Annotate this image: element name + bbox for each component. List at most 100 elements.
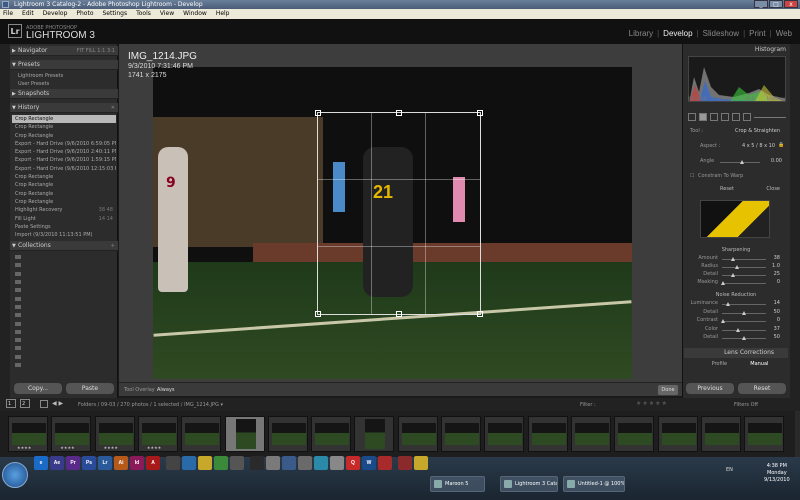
red-eye-icon[interactable] <box>721 113 729 121</box>
filmstrip-thumbnail[interactable] <box>224 416 265 452</box>
slider-knob[interactable] <box>736 327 741 332</box>
history-item[interactable]: Crop Rectangle <box>12 115 116 124</box>
collection-item[interactable] <box>12 328 116 336</box>
indesign-icon[interactable]: Id <box>130 456 144 470</box>
photoshop-icon[interactable]: Ps <box>82 456 96 470</box>
left-panel-edge[interactable] <box>0 44 10 398</box>
collection-item[interactable] <box>12 278 116 286</box>
slider-value[interactable]: 0 <box>768 279 780 285</box>
aspect-select[interactable]: 4 x 5 / 8 x 10 <box>730 143 775 149</box>
rating-filter-stars[interactable]: ★★★★★ <box>636 400 668 407</box>
collection-item[interactable] <box>12 261 116 269</box>
history-item[interactable]: Export - Hard Drive (9/6/2010 6:59:05 PM… <box>12 140 116 148</box>
task-lightroom[interactable]: Lightroom 3 Catalog... <box>500 476 558 492</box>
close-button[interactable]: x <box>784 0 798 8</box>
spot-removal-icon[interactable] <box>710 113 718 121</box>
acrobat-icon[interactable]: A <box>146 456 160 470</box>
menu-edit[interactable]: Edit <box>22 9 34 19</box>
history-item[interactable]: Crop Rectangle <box>12 190 116 198</box>
source-breadcrumb[interactable]: Folders / 09-03 / 270 photos / 1 selecte… <box>78 402 223 408</box>
menu-file[interactable]: File <box>3 9 13 19</box>
media-icon[interactable] <box>250 456 264 470</box>
slider-track[interactable] <box>722 329 766 331</box>
collection-item[interactable] <box>12 336 116 344</box>
app-icon-8[interactable] <box>330 456 344 470</box>
right-panel-edge[interactable] <box>790 44 800 398</box>
slider-value[interactable]: 50 <box>768 309 780 315</box>
module-print[interactable]: Print <box>749 29 765 38</box>
graduated-filter-icon[interactable] <box>732 113 740 121</box>
lens-tab-manual[interactable]: Manual <box>750 361 768 367</box>
adjustment-brush-icon[interactable] <box>743 113 751 121</box>
slider-value[interactable]: 14 <box>768 300 780 306</box>
history-item[interactable]: Crop Rectangle <box>12 198 116 206</box>
filmstrip-thumbnail[interactable] <box>744 416 785 452</box>
history-item[interactable]: Crop Rectangle <box>12 123 116 131</box>
collections-header[interactable]: ▼ Collections + <box>10 241 118 251</box>
filmstrip-thumbnail[interactable] <box>354 416 395 452</box>
lightroom-icon[interactable]: Lr <box>98 456 112 470</box>
add-collection-icon[interactable]: + <box>111 241 115 251</box>
collection-item[interactable] <box>12 270 116 278</box>
collection-item[interactable] <box>12 311 116 319</box>
history-header[interactable]: ▼ History ✕ <box>10 103 118 113</box>
preset-folder-user[interactable]: User Presets <box>12 80 116 88</box>
reset-button[interactable]: Reset <box>738 383 786 394</box>
menu-settings[interactable]: Settings <box>103 9 128 19</box>
collection-item[interactable] <box>12 319 116 327</box>
slider-knob[interactable] <box>726 302 731 306</box>
app-icon-3[interactable] <box>230 456 244 470</box>
crop-reset-button[interactable]: Reset <box>720 186 734 192</box>
app-icon-2[interactable] <box>182 456 196 470</box>
crop-handle-tr[interactable] <box>477 110 483 116</box>
filmstrip-thumbnail[interactable]: ★★★★ <box>94 416 135 452</box>
lens-corrections-header[interactable]: Lens Corrections <box>684 348 788 358</box>
module-web[interactable]: Web <box>776 29 792 38</box>
done-button[interactable]: Done <box>658 385 678 395</box>
history-item[interactable]: Crop Rectangle <box>12 173 116 181</box>
slider-track[interactable] <box>722 283 766 284</box>
module-develop[interactable]: Develop <box>663 29 692 38</box>
crop-tool-icon[interactable] <box>699 113 707 121</box>
slider-knob[interactable] <box>720 319 725 323</box>
word-icon[interactable]: W <box>362 456 376 470</box>
history-item[interactable]: Export - Hard Drive (9/6/2010 1:59:15 PM… <box>12 156 116 164</box>
collection-item[interactable] <box>12 286 116 294</box>
filmstrip-thumbnail[interactable] <box>657 416 698 452</box>
slider-knob[interactable] <box>742 336 746 340</box>
app-icon-4[interactable] <box>266 456 280 470</box>
slider-track[interactable] <box>722 259 766 260</box>
language-indicator[interactable]: EN <box>726 467 733 473</box>
slider-value[interactable]: 37 <box>768 326 780 332</box>
history-item[interactable]: Export - Hard Drive (9/6/2010 2:40:11 PM… <box>12 148 116 156</box>
slider-value[interactable]: 25 <box>768 271 780 277</box>
previous-button[interactable]: Previous <box>686 383 734 394</box>
clear-history-icon[interactable]: ✕ <box>111 103 115 113</box>
collection-item[interactable] <box>12 253 116 261</box>
app-icon-9[interactable] <box>378 456 392 470</box>
menu-develop[interactable]: Develop <box>43 9 68 19</box>
menu-photo[interactable]: Photo <box>76 9 93 19</box>
system-clock[interactable]: 4:38 PM Monday 9/13/2010 <box>764 463 790 484</box>
premiere-icon[interactable]: Pr <box>66 456 80 470</box>
constrain-checkbox[interactable]: ☐ <box>690 173 694 179</box>
snapshots-header[interactable]: ▶ Snapshots <box>10 89 118 99</box>
lens-tab-profile[interactable]: Profile <box>712 361 728 367</box>
history-item[interactable]: Fill Light 14 14 <box>12 215 116 223</box>
menu-tools[interactable]: Tools <box>136 9 151 19</box>
slider-value[interactable]: 38 <box>768 255 780 261</box>
crop-handle-top[interactable] <box>396 110 402 116</box>
filter-select[interactable]: Filters Off <box>734 402 758 408</box>
history-item[interactable]: Paste Settings <box>12 223 116 231</box>
history-item[interactable]: Import (9/3/2010 11:13:51 PM) <box>12 231 116 239</box>
slider-knob[interactable] <box>731 273 735 277</box>
task-photoshop[interactable]: Untitled-1 @ 100% (I... <box>563 476 625 492</box>
paste-button[interactable]: Paste <box>66 383 114 394</box>
maximize-button[interactable]: □ <box>769 0 783 8</box>
slider-value[interactable]: 0 <box>768 317 780 323</box>
filmstrip-thumbnail[interactable] <box>267 416 308 452</box>
histogram-header[interactable]: Histogram <box>686 46 786 54</box>
angle-slider-knob[interactable] <box>740 160 744 164</box>
grid-tool-icon[interactable] <box>688 113 696 121</box>
module-slideshow[interactable]: Slideshow <box>703 29 739 38</box>
